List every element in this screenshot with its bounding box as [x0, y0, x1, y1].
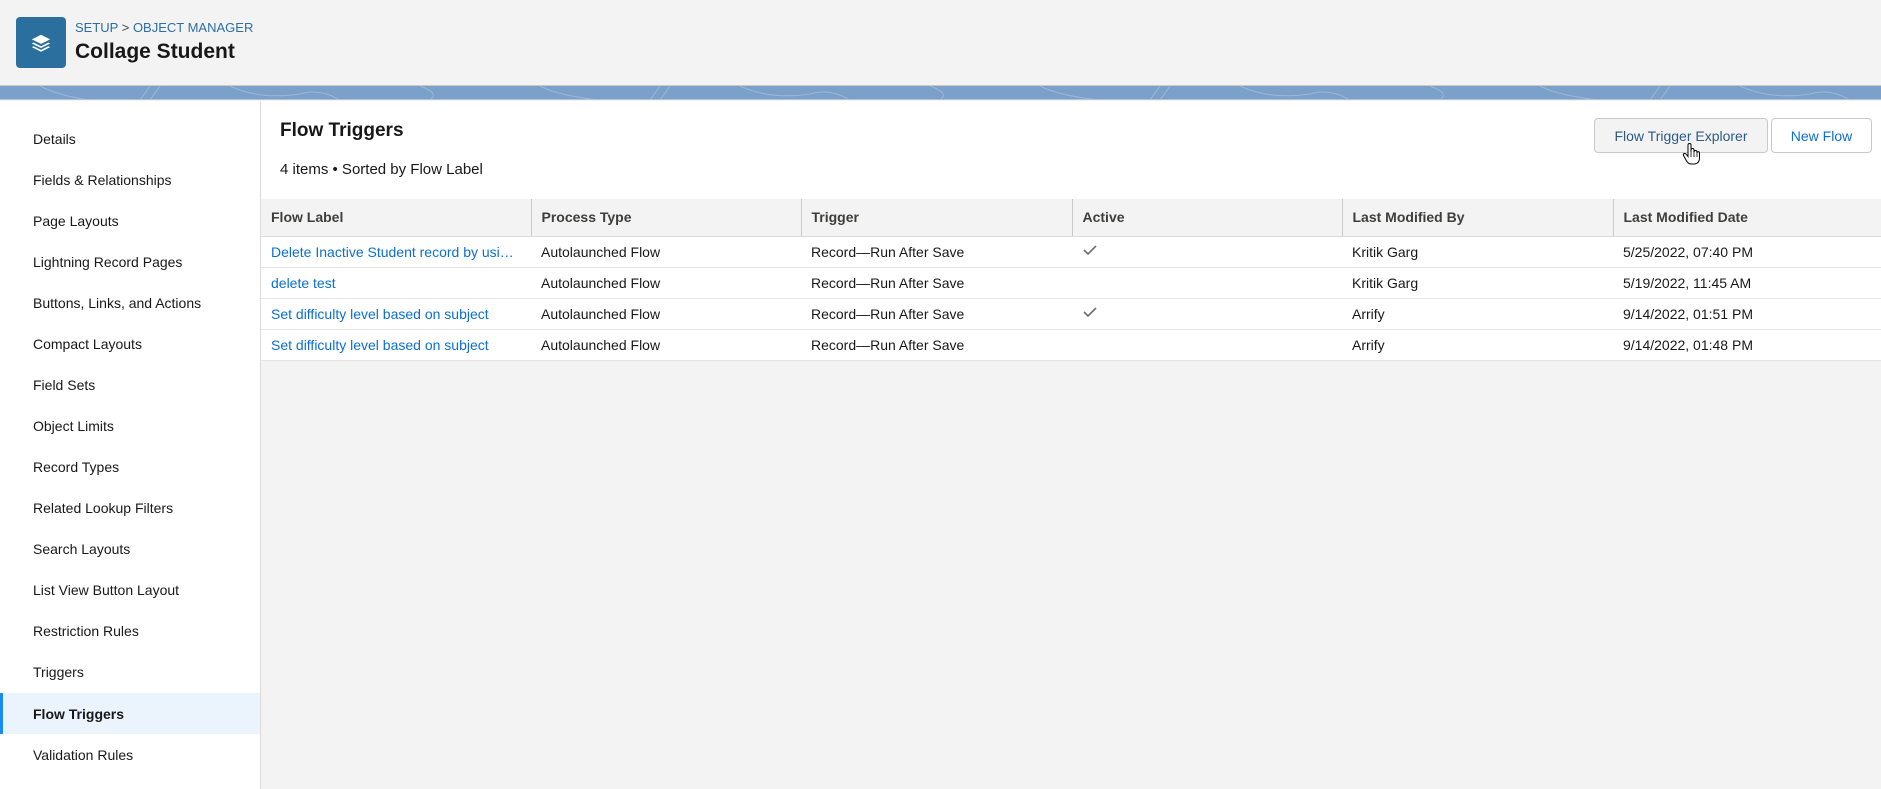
- column-header-last-modified-by[interactable]: Last Modified By: [1341, 199, 1613, 237]
- process-type-cell: Autolaunched Flow: [531, 267, 801, 299]
- table-row: Delete Inactive Student record by usi… A…: [261, 236, 1881, 268]
- process-type-cell: Autolaunched Flow: [531, 329, 801, 361]
- table-row: Set difficulty level based on subject Au…: [261, 329, 1881, 361]
- page-title: Collage Student: [75, 40, 235, 63]
- sidebar-item-flow-triggers[interactable]: Flow Triggers: [0, 693, 260, 734]
- last-modified-date-cell: 5/25/2022, 07:40 PM: [1613, 236, 1881, 268]
- flow-label-cell: delete test: [261, 267, 531, 299]
- sidebar-item-object-limits[interactable]: Object Limits: [0, 405, 260, 446]
- column-header-active[interactable]: Active: [1071, 199, 1342, 237]
- flow-label-cell: Set difficulty level based on subject: [261, 298, 531, 330]
- column-header-flow-label[interactable]: Flow Label: [261, 199, 531, 237]
- last-modified-date-cell: 9/14/2022, 01:48 PM: [1613, 329, 1881, 361]
- last-modified-by-cell: Arrify: [1342, 329, 1613, 361]
- last-modified-by-cell: Arrify: [1342, 298, 1613, 330]
- sidebar-item-page-layouts[interactable]: Page Layouts: [0, 200, 260, 241]
- flow-label-link[interactable]: delete test: [271, 275, 336, 291]
- trigger-cell: Record—Run After Save: [801, 329, 1072, 361]
- layers-icon: [16, 17, 66, 68]
- sidebar-item-compact-layouts[interactable]: Compact Layouts: [0, 323, 260, 364]
- flow-label-cell: Set difficulty level based on subject: [261, 329, 531, 361]
- hand-cursor-icon: [1682, 142, 1702, 170]
- column-header-process-type[interactable]: Process Type: [530, 199, 801, 237]
- sidebar-item-fields-relationships[interactable]: Fields & Relationships: [0, 159, 260, 200]
- breadcrumb: SETUP > OBJECT MANAGER: [75, 20, 253, 35]
- sidebar-item-validation-rules[interactable]: Validation Rules: [0, 734, 260, 775]
- last-modified-by-cell: Kritik Garg: [1342, 267, 1613, 299]
- flow-label-cell: Delete Inactive Student record by usi…: [261, 236, 531, 268]
- list-header: Flow Triggers 4 items • Sorted by Flow L…: [261, 101, 1881, 199]
- active-cell: [1072, 329, 1342, 361]
- section-title: Flow Triggers: [280, 120, 404, 141]
- sidebar-item-related-lookup-filters[interactable]: Related Lookup Filters: [0, 487, 260, 528]
- breadcrumb-separator: >: [118, 20, 133, 35]
- checkmark-icon: [1082, 304, 1098, 320]
- table-row: delete test Autolaunched Flow Record—Run…: [261, 267, 1881, 299]
- process-type-cell: Autolaunched Flow: [531, 236, 801, 268]
- object-manager-sidebar: Details Fields & Relationships Page Layo…: [0, 101, 261, 789]
- main-content: Flow Triggers 4 items • Sorted by Flow L…: [261, 101, 1881, 789]
- sidebar-item-field-sets[interactable]: Field Sets: [0, 364, 260, 405]
- trigger-cell: Record—Run After Save: [801, 298, 1072, 330]
- active-cell: [1072, 236, 1342, 268]
- flow-label-link[interactable]: Delete Inactive Student record by usi…: [271, 244, 514, 260]
- sidebar-item-list-view-button-layout[interactable]: List View Button Layout: [0, 569, 260, 610]
- last-modified-date-cell: 5/19/2022, 11:45 AM: [1613, 267, 1881, 299]
- last-modified-by-cell: Kritik Garg: [1342, 236, 1613, 268]
- column-header-last-modified-date[interactable]: Last Modified Date: [1612, 199, 1881, 237]
- flow-triggers-table: Flow Label Process Type Trigger Active L…: [261, 199, 1881, 361]
- active-cell: [1072, 267, 1342, 299]
- breadcrumb-setup[interactable]: SETUP: [75, 20, 118, 35]
- active-cell: [1072, 298, 1342, 330]
- decorative-banner: [0, 86, 1881, 100]
- sidebar-item-buttons-links-actions[interactable]: Buttons, Links, and Actions: [0, 282, 260, 323]
- sidebar-item-search-layouts[interactable]: Search Layouts: [0, 528, 260, 569]
- sidebar-item-triggers[interactable]: Triggers: [0, 651, 260, 692]
- new-flow-button[interactable]: New Flow: [1771, 118, 1872, 153]
- table-row: Set difficulty level based on subject Au…: [261, 298, 1881, 330]
- last-modified-date-cell: 9/14/2022, 01:51 PM: [1613, 298, 1881, 330]
- sidebar-item-restriction-rules[interactable]: Restriction Rules: [0, 610, 260, 651]
- flow-trigger-explorer-button[interactable]: Flow Trigger Explorer: [1594, 118, 1768, 153]
- table-header-row: Flow Label Process Type Trigger Active L…: [261, 199, 1881, 237]
- breadcrumb-object-manager[interactable]: OBJECT MANAGER: [133, 20, 253, 35]
- sidebar-item-details[interactable]: Details: [0, 118, 260, 159]
- flow-label-link[interactable]: Set difficulty level based on subject: [271, 306, 489, 322]
- trigger-cell: Record—Run After Save: [801, 236, 1072, 268]
- column-header-trigger[interactable]: Trigger: [800, 199, 1072, 237]
- trigger-cell: Record—Run After Save: [801, 267, 1072, 299]
- list-summary: 4 items • Sorted by Flow Label: [280, 161, 483, 178]
- checkmark-icon: [1082, 242, 1098, 258]
- flow-label-link[interactable]: Set difficulty level based on subject: [271, 337, 489, 353]
- page-header: SETUP > OBJECT MANAGER Collage Student: [0, 0, 1881, 86]
- sidebar-item-lightning-record-pages[interactable]: Lightning Record Pages: [0, 241, 260, 282]
- process-type-cell: Autolaunched Flow: [531, 298, 801, 330]
- sidebar-item-record-types[interactable]: Record Types: [0, 446, 260, 487]
